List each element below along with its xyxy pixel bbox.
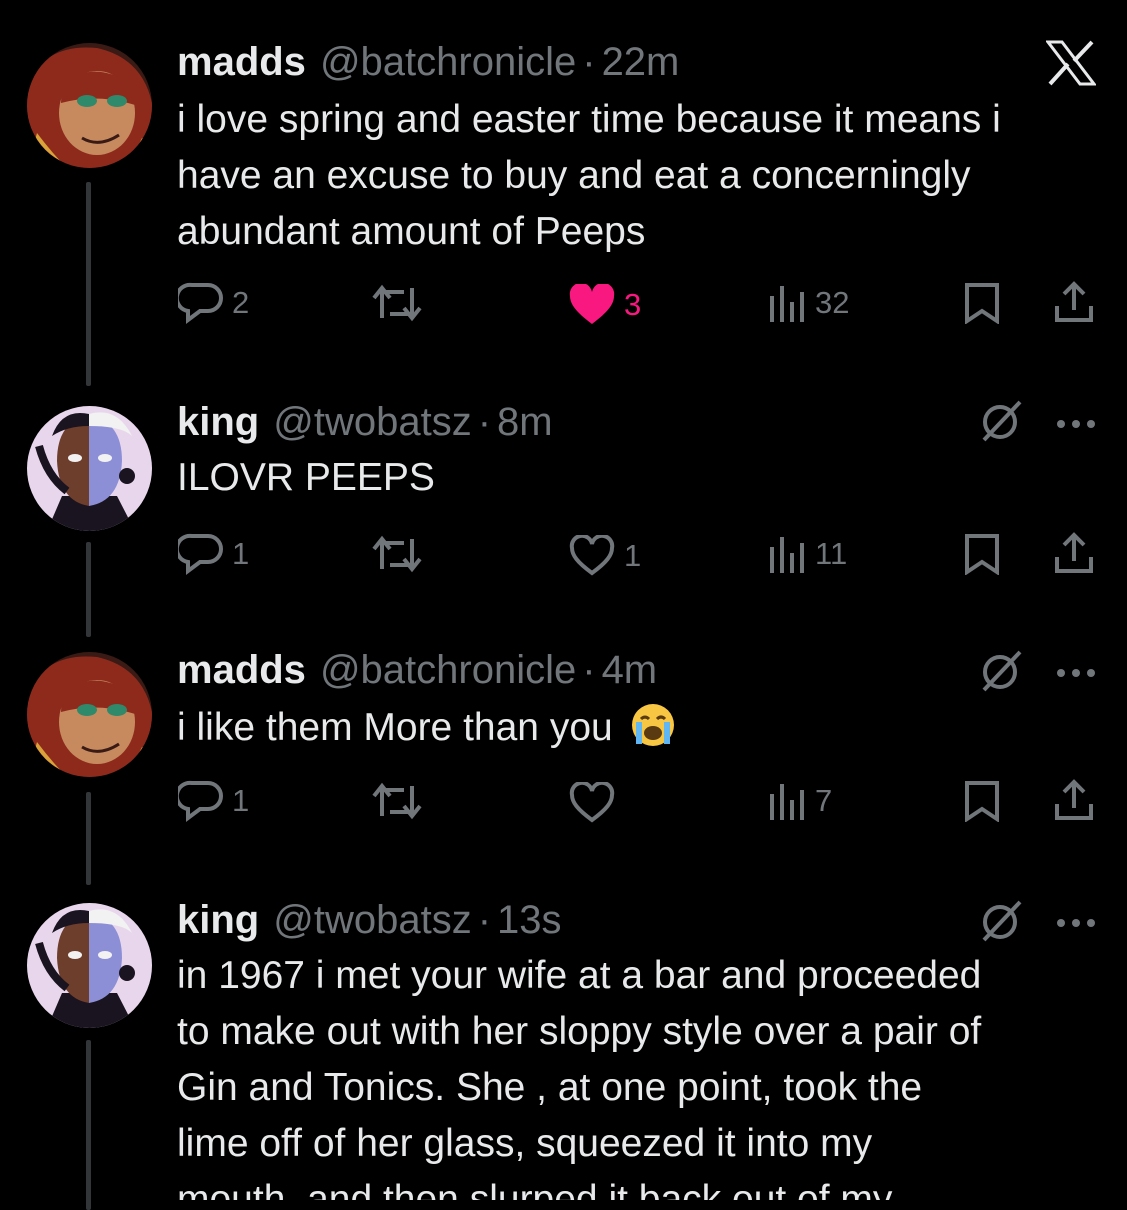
tweet-text-line: i like them More than you (177, 700, 1087, 756)
separator-dot: · (477, 897, 492, 942)
display-name[interactable]: madds (177, 40, 306, 85)
views-count: 11 (815, 536, 848, 571)
tweet-text-line: mouth, and then slurped it back out of m… (177, 1178, 893, 1200)
heart-filled-icon (569, 284, 615, 324)
separator-dot: · (582, 647, 596, 692)
reply-button[interactable]: 1 (178, 533, 249, 575)
x-logo-icon (1044, 40, 1098, 91)
bookmark-icon (965, 781, 999, 822)
reply-count: 1 (232, 536, 250, 571)
views-count: 32 (815, 285, 850, 320)
tweet-actions: 1 1 11 (0, 528, 1127, 588)
share-icon (1055, 779, 1093, 820)
tweet-text-line: Gin and Tonics. She , at one point, took… (177, 1066, 923, 1109)
tweet-header: king @twobatsz · 8m (177, 400, 553, 444)
views-icon (770, 537, 804, 573)
tweet-text-line: ILOVR PEEPS (177, 456, 435, 499)
tweet[interactable]: madds @batchronicle · 4m i like them Mor… (0, 630, 1127, 880)
display-name[interactable]: madds (177, 648, 306, 693)
separator-dot: · (477, 399, 492, 444)
reply-icon (178, 533, 223, 575)
like-count: 1 (624, 538, 642, 573)
user-handle[interactable]: @twobatsz (273, 400, 471, 445)
retweet-icon (372, 535, 422, 573)
reply-icon (178, 282, 223, 324)
tweet-actions: 2 3 32 (0, 272, 1127, 332)
tweet-text-line: i love spring and easter time because it… (177, 98, 1001, 141)
more-options-icon[interactable] (1056, 416, 1096, 434)
views-icon (770, 286, 804, 322)
avatar[interactable] (27, 406, 152, 531)
tweet-text: ILOVR PEEPS (177, 450, 1087, 506)
heart-icon (569, 782, 615, 823)
views-button[interactable]: 7 (767, 780, 832, 822)
bookmark-button[interactable] (963, 780, 1001, 822)
timestamp[interactable]: 4m (602, 648, 658, 693)
user-handle[interactable]: @batchronicle (320, 40, 576, 85)
timestamp[interactable]: 22m (602, 40, 680, 85)
timestamp[interactable]: 8m (497, 400, 553, 445)
like-button[interactable]: 3 (568, 284, 641, 326)
grok-icon[interactable] (978, 398, 1024, 449)
reply-button[interactable]: 1 (178, 780, 249, 822)
separator-dot: · (582, 39, 596, 84)
share-button[interactable] (1054, 280, 1094, 324)
like-button[interactable] (568, 782, 624, 824)
share-button[interactable] (1054, 778, 1094, 822)
tweet[interactable]: king @twobatsz · 13s in 1967 i met your … (0, 880, 1127, 1200)
bookmark-button[interactable] (963, 282, 1001, 324)
tweet-actions: 1 7 (0, 775, 1127, 835)
tweet-text-line: abundant amount of Peeps (177, 210, 646, 253)
tweet-text: in 1967 i met your wife at a bar and pro… (177, 948, 1087, 1200)
heart-icon (569, 535, 615, 576)
reply-icon (178, 780, 223, 822)
retweet-icon (372, 782, 422, 820)
avatar[interactable] (27, 652, 152, 777)
grok-icon[interactable] (978, 648, 1024, 699)
tweet-text-line: in 1967 i met your wife at a bar and pro… (177, 954, 982, 997)
user-handle[interactable]: @twobatsz (273, 898, 471, 943)
share-icon (1055, 532, 1093, 573)
tweet-text-line: to make out with her sloppy style over a… (177, 1010, 982, 1053)
more-options-icon[interactable] (1056, 915, 1096, 933)
avatar[interactable] (27, 903, 152, 1028)
more-options-icon[interactable] (1056, 665, 1096, 683)
reply-count: 2 (232, 285, 250, 320)
retweet-button[interactable] (370, 284, 424, 322)
tweet[interactable]: king @twobatsz · 8m ILOVR PEEPS 1 1 11 (0, 380, 1127, 630)
grok-icon[interactable] (978, 898, 1024, 949)
display-name[interactable]: king (177, 400, 259, 445)
tweet[interactable]: madds @batchronicle · 22m i love spring … (0, 0, 1127, 380)
tweet-text-line: lime off of her glass, squeezed it into … (177, 1122, 873, 1165)
display-name[interactable]: king (177, 898, 259, 943)
retweet-button[interactable] (370, 535, 424, 573)
bookmark-button[interactable] (963, 533, 1001, 575)
loudly-crying-face-emoji (630, 702, 676, 748)
tweet-text: i love spring and easter time because it… (177, 92, 1087, 260)
views-icon (770, 784, 804, 820)
views-count: 7 (815, 783, 833, 818)
tweet-header: madds @batchronicle · 22m (177, 40, 679, 84)
reply-button[interactable]: 2 (178, 282, 249, 324)
bookmark-icon (965, 534, 999, 575)
tweet-text: i like them More than you (177, 700, 1087, 756)
tweet-header: madds @batchronicle · 4m (177, 648, 657, 692)
like-button[interactable]: 1 (568, 535, 641, 577)
tweet-text-line: have an excuse to buy and eat a concerni… (177, 154, 971, 197)
avatar[interactable] (27, 43, 152, 168)
share-button[interactable] (1054, 531, 1094, 575)
timestamp[interactable]: 13s (497, 898, 562, 943)
tweet-header: king @twobatsz · 13s (177, 898, 562, 942)
retweet-icon (372, 284, 422, 322)
like-count: 3 (624, 287, 642, 322)
views-button[interactable]: 32 (767, 282, 849, 324)
reply-count: 1 (232, 783, 250, 818)
retweet-button[interactable] (370, 782, 424, 820)
share-icon (1055, 281, 1093, 322)
bookmark-icon (965, 283, 999, 324)
tweet-text-content: i like them More than you (177, 706, 613, 749)
user-handle[interactable]: @batchronicle (320, 648, 576, 693)
views-button[interactable]: 11 (767, 533, 847, 575)
